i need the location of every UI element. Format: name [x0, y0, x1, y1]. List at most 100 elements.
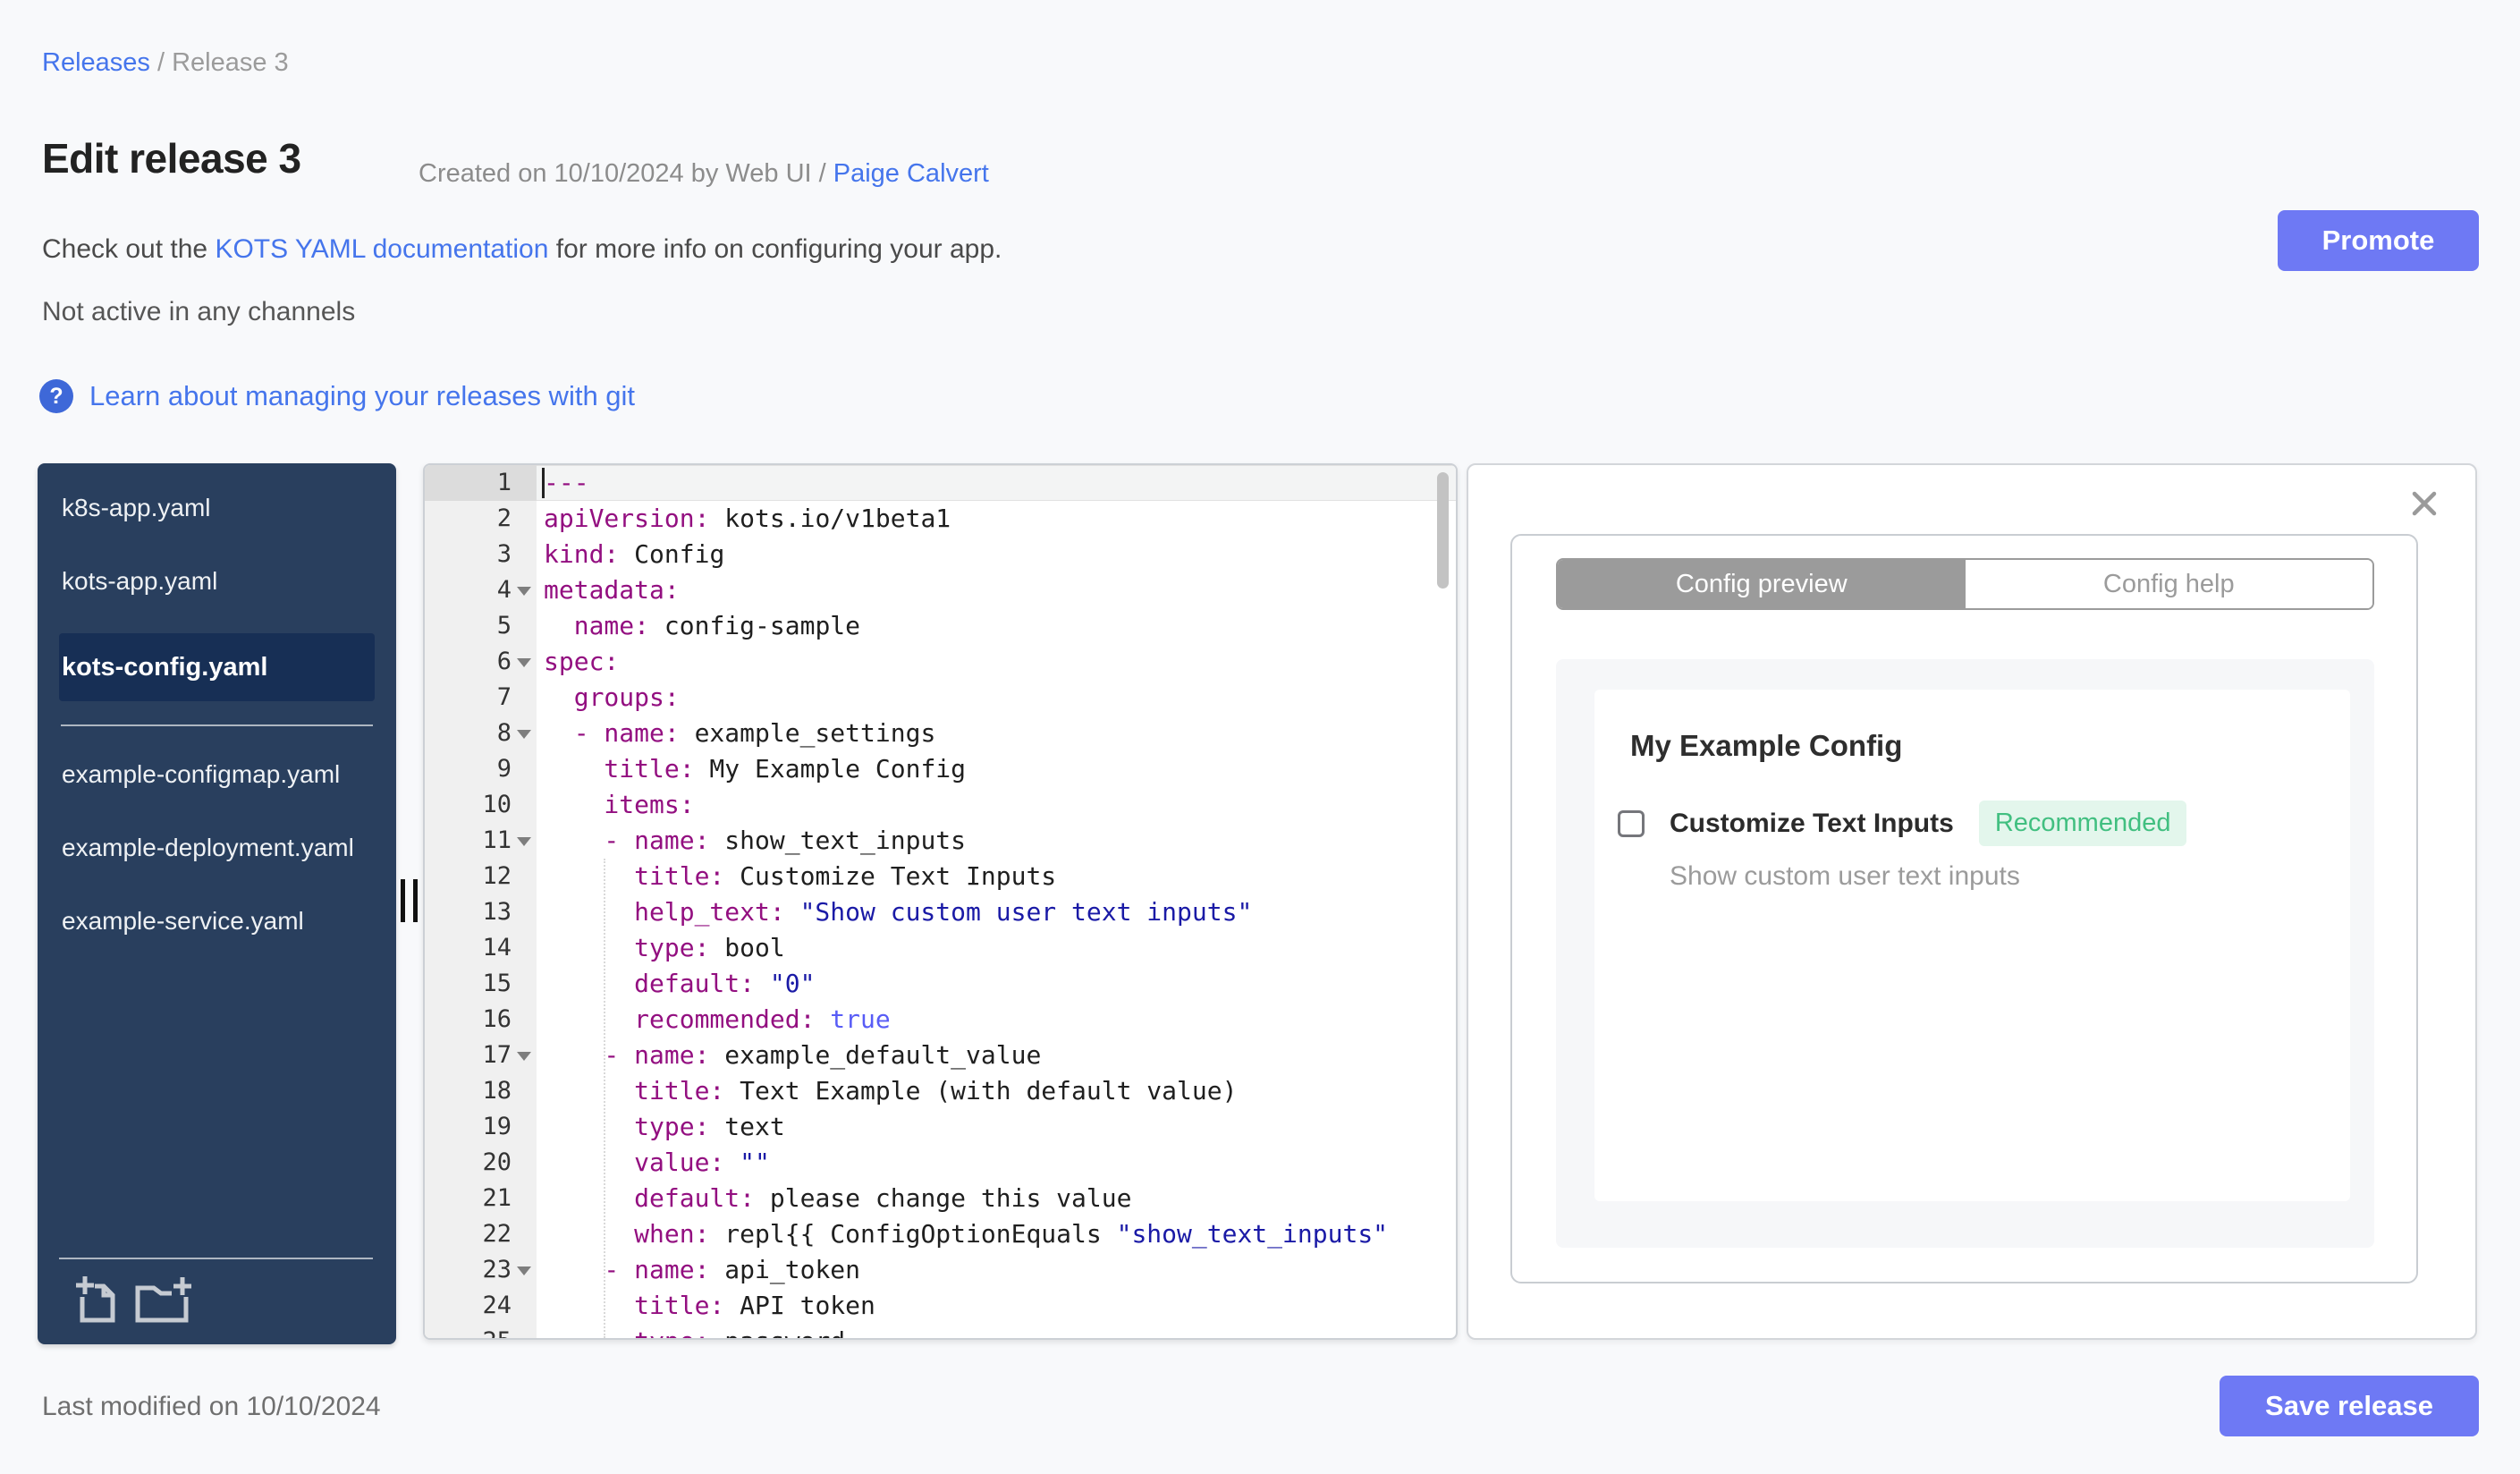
- code-line-content[interactable]: groups:: [537, 680, 1456, 716]
- editor-line-2[interactable]: 2 apiVersion: kots.io/v1beta1: [425, 501, 1456, 537]
- sidebar-resize-handle[interactable]: [401, 879, 419, 922]
- line-number: 16: [482, 1005, 512, 1033]
- code-line-content[interactable]: type: bool: [537, 930, 1456, 966]
- breadcrumb-current: Release 3: [172, 48, 289, 77]
- editor-line-19[interactable]: 19 type: text: [425, 1109, 1456, 1145]
- sidebar-file-kots-app.yaml[interactable]: kots-app.yaml: [59, 560, 375, 603]
- editor-line-15[interactable]: 15 default: "0": [425, 966, 1456, 1002]
- line-number: 1: [425, 465, 537, 501]
- editor-line-8[interactable]: 8 - name: example_settings: [425, 716, 1456, 751]
- sidebar-file-k8s-app.yaml[interactable]: k8s-app.yaml: [59, 487, 375, 529]
- line-number: 15: [482, 970, 512, 997]
- editor-line-22[interactable]: 22 when: repl{{ ConfigOptionEquals "show…: [425, 1216, 1456, 1252]
- code-line-content[interactable]: type: text: [537, 1109, 1456, 1145]
- git-releases-link[interactable]: Learn about managing your releases with …: [89, 380, 635, 412]
- editor-line-1[interactable]: 1 ---: [425, 465, 1456, 501]
- code-line-content[interactable]: title: API token: [537, 1288, 1456, 1324]
- help-question-icon[interactable]: ?: [39, 379, 73, 413]
- tab-config-help[interactable]: Config help: [1965, 560, 2372, 608]
- editor-line-14[interactable]: 14 type: bool: [425, 930, 1456, 966]
- editor-lines[interactable]: 1 --- 2 apiVersion: kots.io/v1beta1 3 kind: C…: [425, 465, 1456, 1338]
- editor-line-13[interactable]: 13 help_text: "Show custom user text inp…: [425, 894, 1456, 930]
- config-preview-area: My Example Config Customize Text Inputs …: [1556, 659, 2374, 1248]
- close-icon[interactable]: [2407, 487, 2441, 521]
- sidebar-file-example-configmap.yaml[interactable]: example-configmap.yaml: [59, 753, 375, 796]
- line-number: 7: [496, 683, 512, 711]
- code-line-content[interactable]: value: "": [537, 1145, 1456, 1181]
- code-line-content[interactable]: - name: show_text_inputs: [537, 823, 1456, 859]
- new-file-icon[interactable]: [75, 1275, 120, 1326]
- code-line-content[interactable]: when: repl{{ ConfigOptionEquals "show_te…: [537, 1216, 1456, 1252]
- code-line-content[interactable]: help_text: "Show custom user text inputs…: [537, 894, 1456, 930]
- line-number: 18: [482, 1077, 512, 1105]
- code-line-content[interactable]: title: Customize Text Inputs: [537, 859, 1456, 894]
- line-number-fold-toggle[interactable]: 4: [425, 572, 537, 608]
- line-number-fold-toggle[interactable]: 11: [425, 823, 537, 859]
- code-line-content[interactable]: title: My Example Config: [537, 751, 1456, 787]
- line-number: 2: [496, 504, 512, 532]
- channel-status: Not active in any channels: [42, 297, 356, 326]
- editor-scrollbar-thumb[interactable]: [1437, 472, 1449, 589]
- code-line-content[interactable]: name: config-sample: [537, 608, 1456, 644]
- code-line-content[interactable]: type: password: [537, 1324, 1456, 1338]
- editor-line-3[interactable]: 3 kind: Config: [425, 537, 1456, 572]
- editor-line-20[interactable]: 20 value: "": [425, 1145, 1456, 1181]
- line-number-fold-toggle[interactable]: 6: [425, 644, 537, 680]
- editor-line-10[interactable]: 10 items:: [425, 787, 1456, 823]
- editor-line-18[interactable]: 18 title: Text Example (with default val…: [425, 1073, 1456, 1109]
- editor-line-6[interactable]: 6 spec:: [425, 644, 1456, 680]
- line-number: 5: [496, 612, 512, 640]
- docs-line: Check out the KOTS YAML documentation fo…: [42, 234, 1002, 265]
- code-line-content[interactable]: default: "0": [537, 966, 1456, 1002]
- customize-text-inputs-checkbox[interactable]: [1618, 809, 1645, 837]
- config-item-help-text: Show custom user text inputs: [1670, 861, 2020, 891]
- editor-line-21[interactable]: 21 default: please change this value: [425, 1181, 1456, 1216]
- docs-prefix: Check out the: [42, 234, 216, 264]
- yaml-editor[interactable]: 1 --- 2 apiVersion: kots.io/v1beta1 3 kind: C…: [423, 463, 1458, 1340]
- promote-button[interactable]: Promote: [2278, 210, 2479, 271]
- tab-config-preview[interactable]: Config preview: [1558, 560, 1966, 608]
- sidebar-divider: [61, 724, 373, 726]
- code-line-content[interactable]: - name: api_token: [537, 1252, 1456, 1288]
- code-line-content[interactable]: title: Text Example (with default value): [537, 1073, 1456, 1109]
- code-line-content[interactable]: spec:: [537, 644, 1456, 680]
- code-line-content[interactable]: ---: [537, 465, 1456, 501]
- editor-line-17[interactable]: 17 - name: example_default_value: [425, 1038, 1456, 1073]
- last-modified-text: Last modified on 10/10/2024: [42, 1392, 381, 1421]
- author-link[interactable]: Paige Calvert: [833, 159, 989, 188]
- editor-line-12[interactable]: 12 title: Customize Text Inputs: [425, 859, 1456, 894]
- save-release-button[interactable]: Save release: [2220, 1376, 2479, 1436]
- sidebar-file-example-service.yaml[interactable]: example-service.yaml: [59, 900, 375, 943]
- line-number-fold-toggle[interactable]: 17: [425, 1038, 537, 1073]
- line-number: 20: [482, 1148, 512, 1176]
- breadcrumb-releases-link[interactable]: Releases: [42, 48, 150, 77]
- code-line-content[interactable]: kind: Config: [537, 537, 1456, 572]
- new-folder-icon[interactable]: [134, 1275, 193, 1326]
- line-number: 22: [482, 1220, 512, 1248]
- editor-line-11[interactable]: 11 - name: show_text_inputs: [425, 823, 1456, 859]
- editor-line-25[interactable]: 25 type: password: [425, 1324, 1456, 1338]
- editor-line-7[interactable]: 7 groups:: [425, 680, 1456, 716]
- editor-line-16[interactable]: 16 recommended: true: [425, 1002, 1456, 1038]
- line-number-fold-toggle[interactable]: 8: [425, 716, 537, 751]
- sidebar-file-kots-config.yaml[interactable]: kots-config.yaml: [59, 633, 375, 701]
- code-line-content[interactable]: apiVersion: kots.io/v1beta1: [537, 501, 1456, 537]
- kots-yaml-docs-link[interactable]: KOTS YAML documentation: [215, 234, 548, 264]
- code-line-content[interactable]: metadata:: [537, 572, 1456, 608]
- editor-line-4[interactable]: 4 metadata:: [425, 572, 1456, 608]
- editor-line-9[interactable]: 9 title: My Example Config: [425, 751, 1456, 787]
- code-line-content[interactable]: recommended: true: [537, 1002, 1456, 1038]
- editor-line-24[interactable]: 24 title: API token: [425, 1288, 1456, 1324]
- line-number: 24: [482, 1292, 512, 1319]
- created-text: Created on 10/10/2024 by Web UI /: [419, 159, 833, 188]
- file-sidebar: k8s-app.yaml kots-app.yaml kots-config.yam…: [38, 463, 396, 1344]
- editor-line-5[interactable]: 5 name: config-sample: [425, 608, 1456, 644]
- code-line-content[interactable]: default: please change this value: [537, 1181, 1456, 1216]
- code-line-content[interactable]: items:: [537, 787, 1456, 823]
- code-line-content[interactable]: - name: example_settings: [537, 716, 1456, 751]
- code-line-content[interactable]: - name: example_default_value: [537, 1038, 1456, 1073]
- editor-line-23[interactable]: 23 - name: api_token: [425, 1252, 1456, 1288]
- line-number-fold-toggle[interactable]: 23: [425, 1252, 537, 1288]
- recommended-badge: Recommended: [1978, 801, 2187, 846]
- sidebar-file-example-deployment.yaml[interactable]: example-deployment.yaml: [59, 826, 375, 869]
